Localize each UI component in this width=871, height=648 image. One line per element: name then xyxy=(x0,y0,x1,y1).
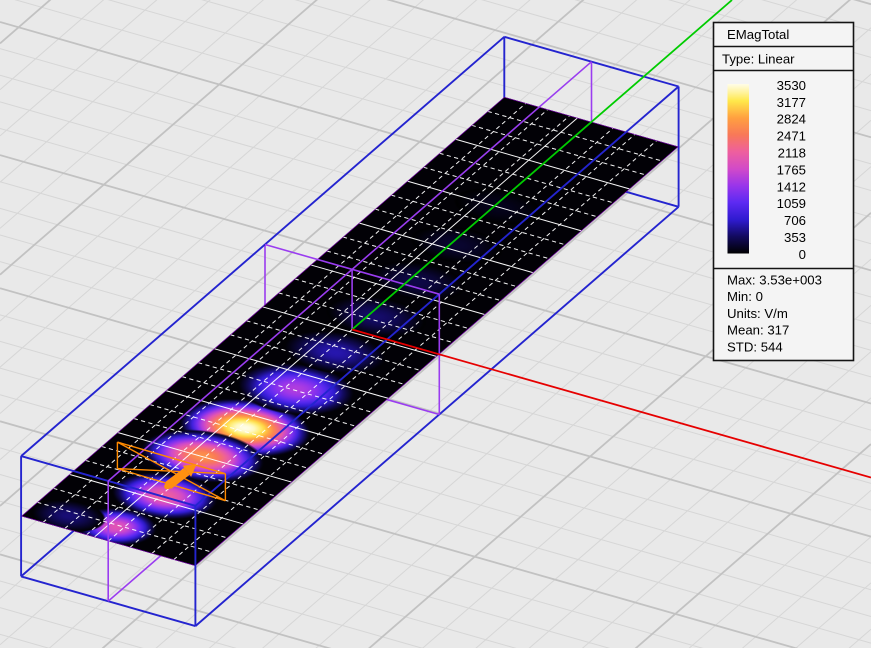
svg-text:1765: 1765 xyxy=(777,162,806,177)
svg-text:706: 706 xyxy=(784,213,806,228)
svg-text:Type: Linear: Type: Linear xyxy=(722,52,795,67)
svg-text:3530: 3530 xyxy=(777,78,806,93)
svg-text:1059: 1059 xyxy=(777,196,806,211)
svg-text:3177: 3177 xyxy=(777,95,806,110)
svg-text:353: 353 xyxy=(784,230,806,245)
svg-text:Units: V/m: Units: V/m xyxy=(727,306,788,321)
svg-text:2118: 2118 xyxy=(778,146,806,161)
svg-text:2471: 2471 xyxy=(777,129,806,144)
svg-text:STD: 544: STD: 544 xyxy=(727,340,783,355)
svg-text:0: 0 xyxy=(799,247,806,262)
svg-text:2824: 2824 xyxy=(777,112,806,127)
svg-text:Mean: 317: Mean: 317 xyxy=(727,323,789,338)
svg-text:Max: 3.53e+003: Max: 3.53e+003 xyxy=(727,272,822,287)
svg-text:Min: 0: Min: 0 xyxy=(727,289,763,304)
svg-text:EMagTotal: EMagTotal xyxy=(727,27,789,42)
svg-text:1412: 1412 xyxy=(777,179,806,194)
